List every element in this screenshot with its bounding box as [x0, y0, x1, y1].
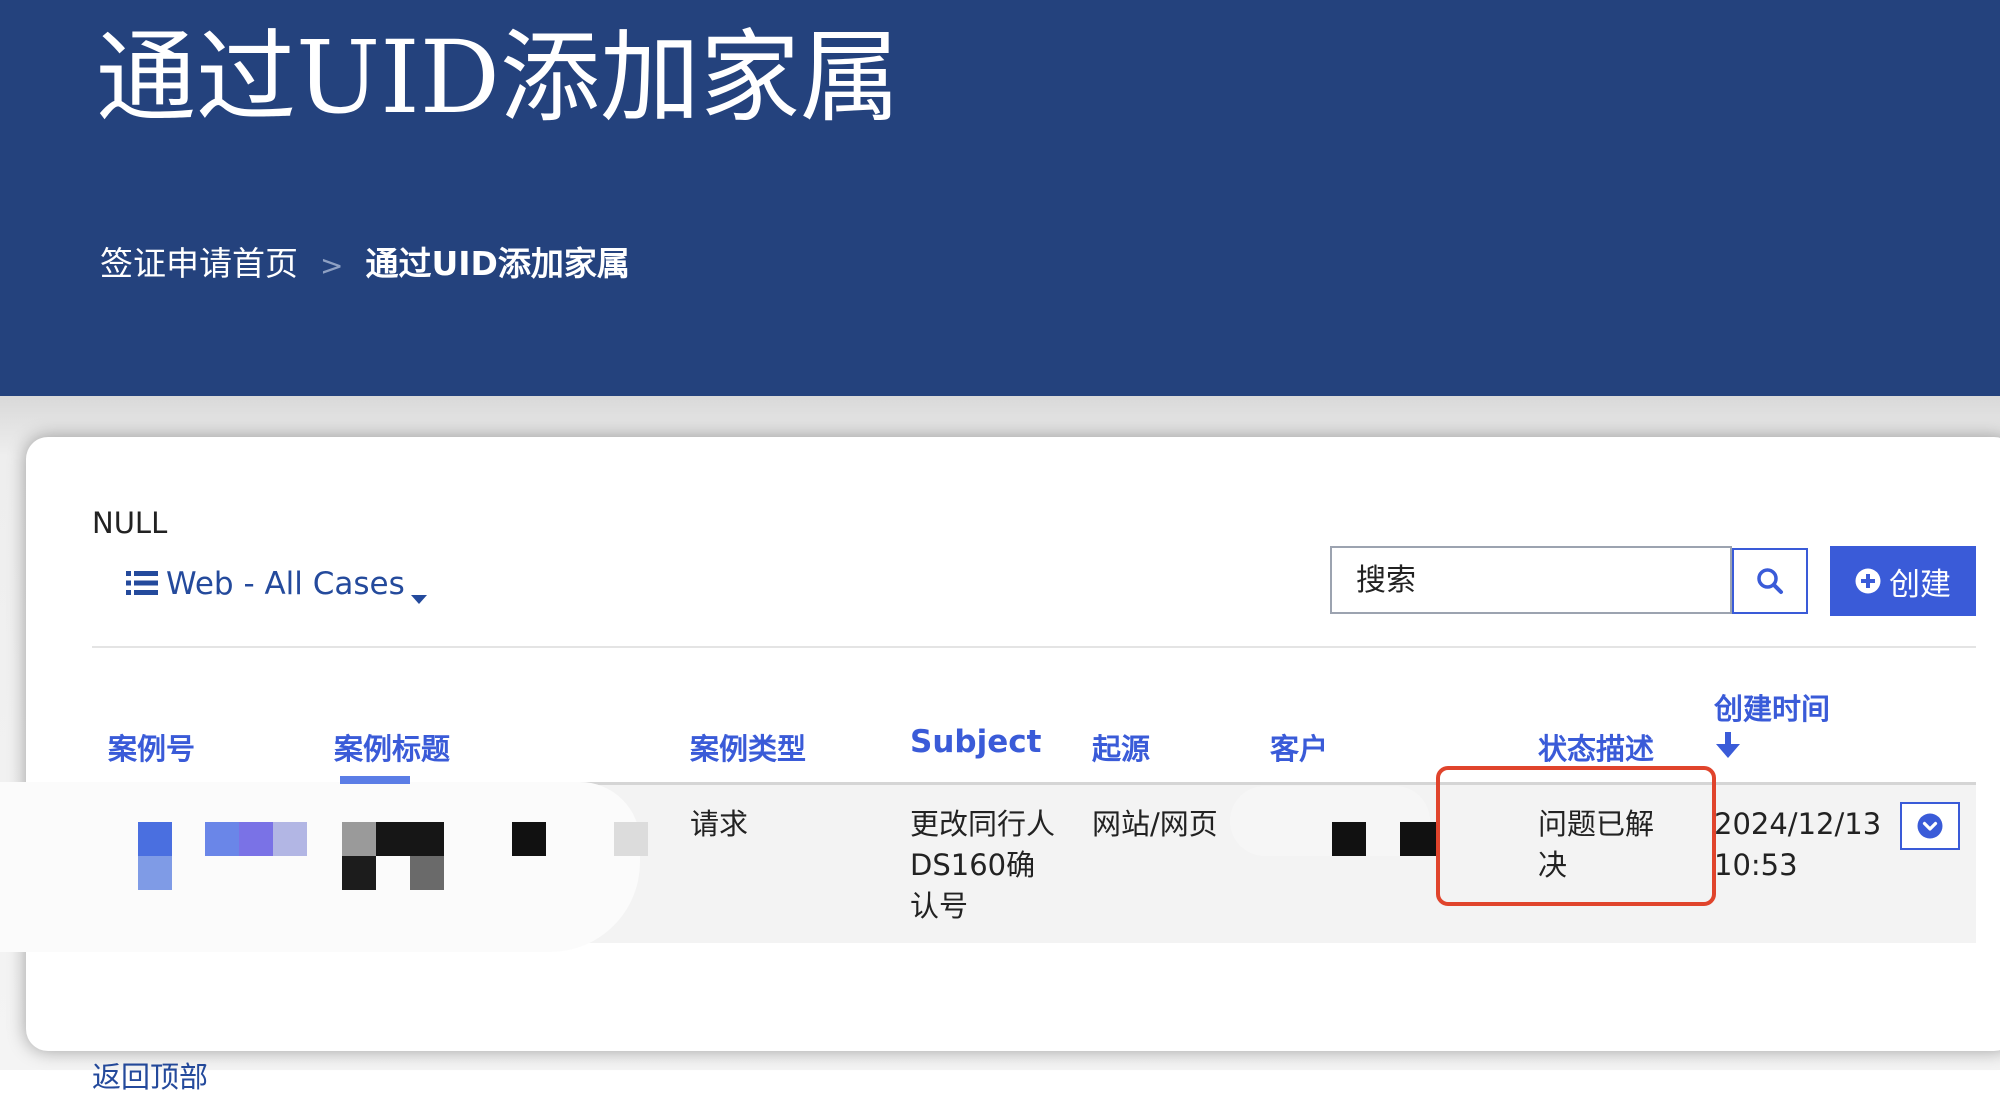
status-highlight-annotation [1436, 766, 1716, 906]
cell-subject: 更改同行人DS160确认号 [910, 807, 1056, 923]
breadcrumb-current: 通过UID添加家属 [365, 244, 630, 283]
chevron-down-icon [410, 595, 427, 604]
column-header-origin[interactable]: 起源 [1092, 726, 1150, 768]
column-header-customer[interactable]: 客户 [1270, 726, 1328, 768]
cell-created-date: 2024/12/13 [1714, 807, 1882, 841]
view-selector-label: Web - All Cases [166, 566, 405, 602]
breadcrumb-home-link[interactable]: 签证申请首页 [100, 244, 298, 283]
column-header-case-title[interactable]: 案例标题 [334, 726, 450, 768]
arrow-down-icon[interactable] [1714, 730, 1742, 760]
cell-case-type: 请求 [690, 807, 749, 841]
search-input[interactable] [1332, 548, 1730, 612]
column-header-status[interactable]: 状态描述 [1538, 726, 1654, 768]
back-to-top-link[interactable]: 返回顶部 [92, 1054, 208, 1096]
search-button[interactable] [1732, 548, 1808, 614]
page-title: 通过UID添加家属 [96, 19, 900, 136]
toolbar-divider [92, 646, 1976, 648]
list-icon [126, 571, 158, 595]
breadcrumb: 签证申请首页 > 通过UID添加家属 [100, 240, 630, 290]
view-selector-dropdown[interactable]: Web - All Cases [126, 566, 427, 604]
page-header-banner: 通过UID添加家属 签证申请首页 > 通过UID添加家属 [0, 0, 2000, 396]
column-header-case-type[interactable]: 案例类型 [690, 726, 806, 768]
create-button[interactable]: 创建 [1830, 546, 1976, 616]
column-header-subject[interactable]: Subject [910, 724, 1041, 760]
row-actions-button[interactable] [1900, 802, 1960, 850]
column-header-case-number[interactable]: 案例号 [108, 726, 195, 768]
column-header-created[interactable]: 创建时间 [1714, 686, 1830, 728]
null-label: NULL [92, 506, 168, 540]
search-icon [1757, 568, 1783, 594]
redacted-area [0, 782, 640, 952]
cell-origin: 网站/网页 [1092, 807, 1218, 841]
create-button-label: 创建 [1889, 566, 1951, 603]
chevron-down-circle-icon [1917, 813, 1943, 839]
cell-created-time: 10:53 [1714, 848, 1798, 882]
plus-circle-icon [1855, 568, 1881, 594]
search-field [1330, 546, 1732, 614]
breadcrumb-separator: > [320, 249, 344, 282]
